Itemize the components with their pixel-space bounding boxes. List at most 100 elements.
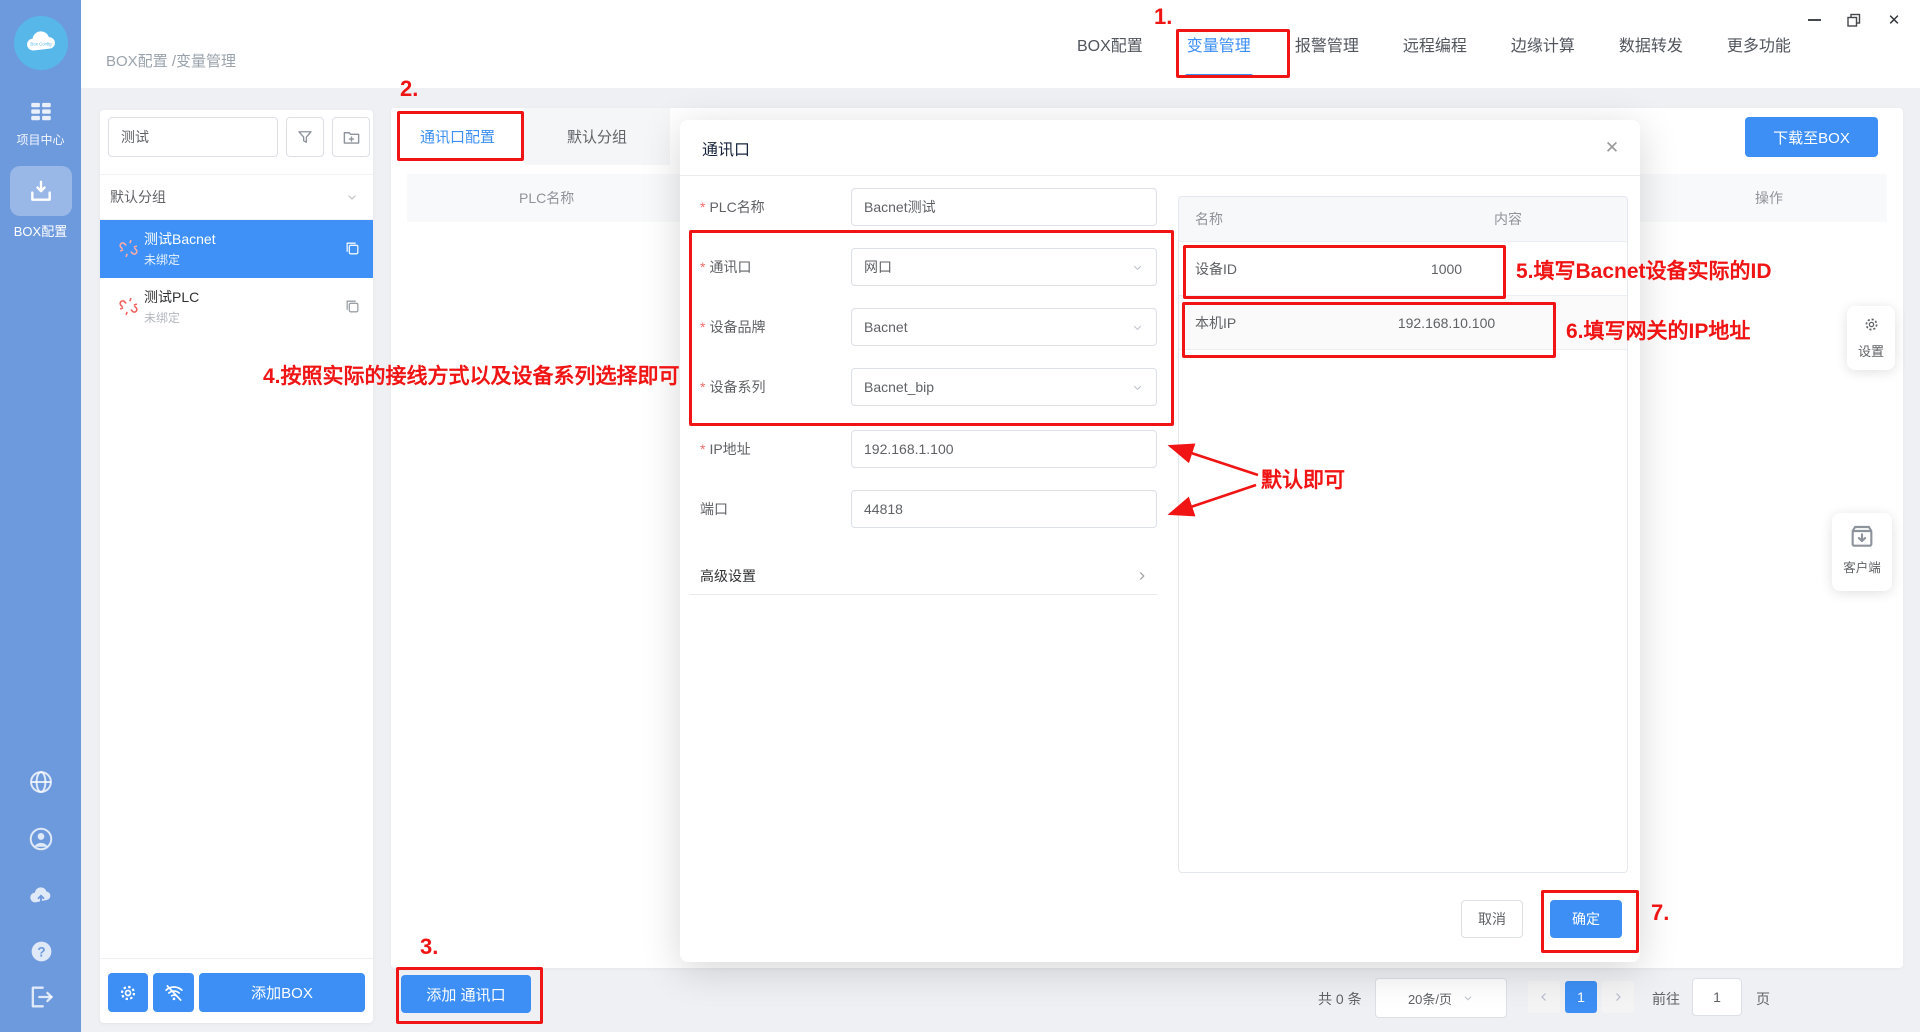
sidebar-item-project-center[interactable]: 项目中心 bbox=[0, 95, 81, 148]
required-mark: * bbox=[700, 379, 705, 395]
device-name: 测试Bacnet bbox=[144, 229, 216, 249]
breadcrumb: BOX配置 /变量管理 bbox=[106, 50, 236, 71]
field-label-port-number: 端口 bbox=[700, 490, 845, 528]
globe-icon bbox=[27, 768, 55, 796]
annotation-step-5: 5.填写Bacnet设备实际的ID bbox=[1516, 255, 1772, 285]
sidebar: Box Config 项目中心 bbox=[0, 0, 81, 1032]
field-label-device-brand: *设备品牌 bbox=[700, 308, 845, 346]
nav-tab-more-functions[interactable]: 更多功能 bbox=[1725, 32, 1793, 56]
confirm-button[interactable]: 确定 bbox=[1550, 900, 1622, 938]
page-size-select[interactable]: 20条/页 bbox=[1375, 978, 1507, 1018]
nav-tab-alarm-mgmt[interactable]: 报警管理 bbox=[1293, 32, 1361, 56]
add-box-button[interactable]: 添加BOX bbox=[199, 973, 365, 1012]
app-window: BOX配置 /变量管理 BOX配置 变量管理 报警管理 远程编程 边缘计算 数据… bbox=[0, 0, 1920, 1032]
required-mark: * bbox=[700, 319, 705, 335]
app-logo: Box Config bbox=[14, 16, 68, 70]
local-ip-value[interactable]: 192.168.10.100 bbox=[1379, 315, 1514, 331]
add-group-button[interactable] bbox=[332, 117, 370, 157]
column-name: 名称 bbox=[1179, 209, 1389, 229]
params-table: 名称 内容 设备ID 1000 本机IP 192.168.10.100 bbox=[1178, 196, 1628, 873]
copy-icon bbox=[344, 240, 361, 257]
cancel-button[interactable]: 取消 bbox=[1461, 900, 1523, 938]
sidebar-item-project-center-label: 项目中心 bbox=[0, 131, 81, 148]
dialog-close-button[interactable]: ✕ bbox=[1600, 136, 1624, 160]
prev-page-button[interactable] bbox=[1528, 981, 1560, 1013]
annotation-step-1: 1. bbox=[1154, 4, 1172, 30]
tab-port-config[interactable]: 通讯口配置 bbox=[392, 108, 523, 165]
port-type-value: 网口 bbox=[864, 257, 892, 277]
chevron-down-icon bbox=[1462, 992, 1474, 1004]
search-input[interactable] bbox=[108, 117, 278, 157]
plc-name-input[interactable] bbox=[851, 188, 1157, 226]
annotation-step-3: 3. bbox=[420, 934, 438, 960]
gear-icon bbox=[118, 983, 138, 1003]
param-name: 设备ID bbox=[1179, 259, 1389, 279]
next-page-button[interactable] bbox=[1602, 981, 1634, 1013]
nav-tab-remote-programming[interactable]: 远程编程 bbox=[1401, 32, 1469, 56]
cloud-sync-button[interactable] bbox=[26, 881, 56, 911]
language-button[interactable] bbox=[26, 767, 56, 797]
device-status: 未绑定 bbox=[144, 309, 180, 326]
tab-default-group[interactable]: 默认分组 bbox=[524, 108, 670, 165]
account-button[interactable] bbox=[26, 824, 56, 854]
header-bar: BOX配置 /变量管理 BOX配置 变量管理 报警管理 远程编程 边缘计算 数据… bbox=[81, 0, 1920, 89]
offline-mode-button[interactable] bbox=[153, 973, 194, 1012]
grid-icon bbox=[28, 98, 54, 124]
column-actions: 操作 bbox=[1755, 188, 1783, 208]
device-series-select[interactable]: Bacnet_bip bbox=[851, 368, 1157, 406]
download-to-box-button[interactable]: 下载至BOX bbox=[1745, 117, 1878, 157]
dialog-divider bbox=[680, 175, 1640, 176]
copy-device-button[interactable] bbox=[344, 240, 361, 257]
exit-button[interactable] bbox=[26, 982, 56, 1012]
chevron-down-icon bbox=[1131, 261, 1144, 274]
svg-text:Box Config: Box Config bbox=[30, 42, 52, 47]
port-number-input[interactable] bbox=[851, 490, 1157, 528]
goto-page-input[interactable] bbox=[1692, 978, 1742, 1016]
add-folder-icon bbox=[342, 128, 361, 147]
page-size-value: 20条/页 bbox=[1408, 989, 1452, 1008]
floating-settings-button[interactable]: 设置 bbox=[1847, 306, 1895, 370]
param-name: 本机IP bbox=[1179, 313, 1389, 333]
add-port-button[interactable]: 添加 通讯口 bbox=[401, 975, 531, 1013]
field-label-ip-address: *IP地址 bbox=[700, 430, 845, 468]
group-header[interactable]: 默认分组 bbox=[100, 174, 373, 220]
panel-settings-button[interactable] bbox=[108, 973, 148, 1012]
filter-button[interactable] bbox=[286, 117, 324, 157]
help-button[interactable]: ? bbox=[26, 936, 56, 966]
nav-tab-data-forwarding[interactable]: 数据转发 bbox=[1617, 32, 1685, 56]
sidebar-item-box-config[interactable]: BOX配置 bbox=[0, 166, 81, 240]
param-row-local-ip: 本机IP 192.168.10.100 bbox=[1179, 296, 1627, 350]
restore-button[interactable] bbox=[1842, 10, 1866, 30]
params-table-header: 名称 内容 bbox=[1179, 197, 1627, 242]
floating-settings-label: 设置 bbox=[1847, 341, 1895, 360]
close-window-button[interactable]: ✕ bbox=[1882, 10, 1906, 30]
chevron-down-icon bbox=[345, 190, 359, 204]
page-number-button[interactable]: 1 bbox=[1565, 981, 1597, 1013]
device-item-plc[interactable]: 测试PLC 未绑定 bbox=[100, 278, 373, 336]
nav-tab-variable-mgmt[interactable]: 变量管理 bbox=[1185, 32, 1253, 56]
field-label-port-type: *通讯口 bbox=[700, 248, 845, 286]
port-type-select[interactable]: 网口 bbox=[851, 248, 1157, 286]
nav-tab-edge-computing[interactable]: 边缘计算 bbox=[1509, 32, 1577, 56]
device-item-bacnet[interactable]: 测试Bacnet 未绑定 bbox=[100, 220, 373, 278]
wifi-off-icon bbox=[164, 983, 184, 1003]
nav-tab-box-config[interactable]: BOX配置 bbox=[1075, 32, 1145, 56]
chevron-right-icon bbox=[1135, 569, 1149, 583]
device-id-value[interactable]: 1000 bbox=[1394, 261, 1499, 277]
device-brand-select[interactable]: Bacnet bbox=[851, 308, 1157, 346]
filter-icon bbox=[296, 128, 314, 146]
restore-icon bbox=[1846, 12, 1862, 28]
package-download-icon bbox=[1846, 521, 1878, 553]
minimize-button[interactable] bbox=[1802, 10, 1826, 30]
goto-label: 前往 bbox=[1652, 989, 1680, 1009]
annotation-step-7: 7. bbox=[1651, 900, 1669, 926]
copy-device-button[interactable] bbox=[344, 298, 361, 315]
advanced-settings-toggle[interactable]: 高级设置 bbox=[689, 557, 1157, 595]
advanced-settings-label: 高级设置 bbox=[700, 566, 756, 586]
column-content: 内容 bbox=[1389, 209, 1627, 229]
field-label-plc-name: *PLC名称 bbox=[700, 188, 845, 226]
svg-text:?: ? bbox=[37, 944, 45, 959]
floating-client-button[interactable]: 客户端 bbox=[1832, 513, 1892, 591]
ip-address-input[interactable] bbox=[851, 430, 1157, 468]
cloud-logo-icon: Box Config bbox=[21, 23, 61, 63]
